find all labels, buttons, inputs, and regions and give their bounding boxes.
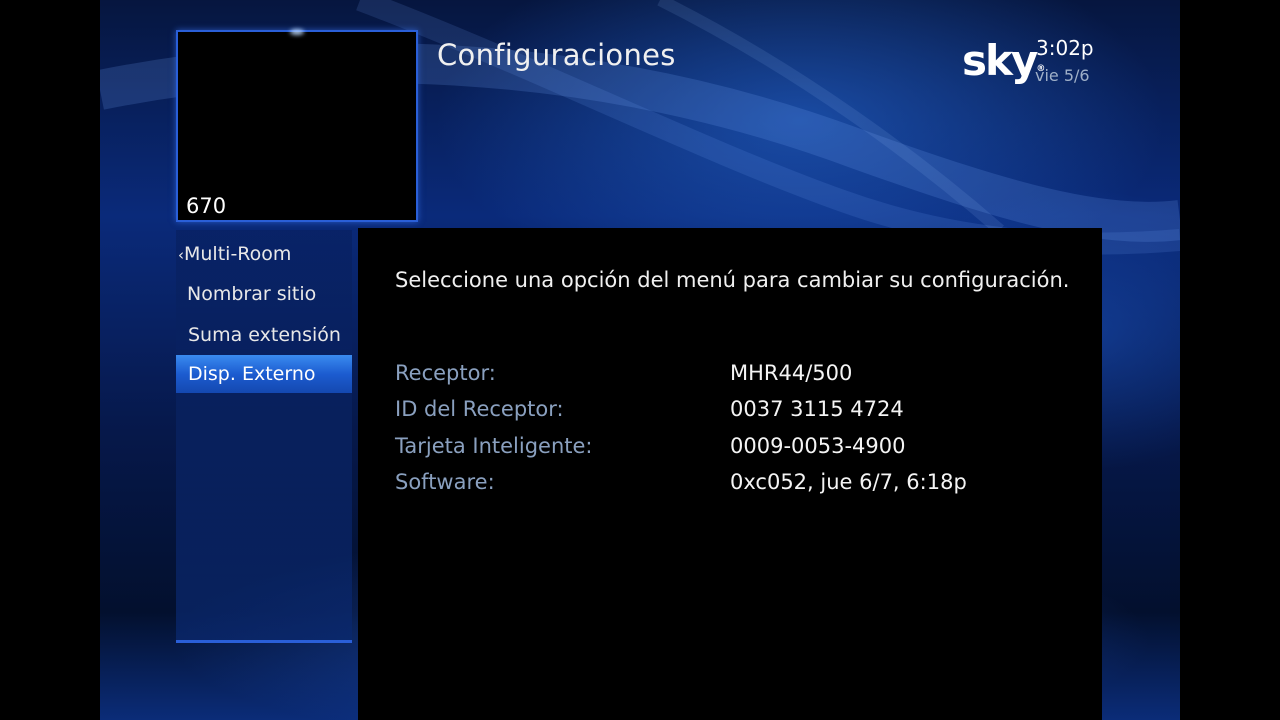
sidebar-item-nombrar-sitio[interactable]: Nombrar sitio	[176, 275, 352, 313]
clock-time: 3:02p	[1036, 36, 1094, 60]
sidebar-menu: ‹Multi-Room Nombrar sitio Suma extensión…	[176, 230, 352, 643]
clock-date: vie 5/6	[1035, 66, 1090, 85]
instruction-text: Seleccione una opción del menú para camb…	[395, 268, 1070, 292]
preview-glow	[290, 29, 304, 35]
sidebar-item-label: Suma extensión	[188, 324, 341, 346]
sidebar-item-suma-extension[interactable]: Suma extensión	[176, 316, 352, 354]
sidebar-item-label: Nombrar sitio	[187, 283, 317, 305]
info-value-receptor-id: 0037 3115 4724	[730, 397, 904, 421]
info-value-software: 0xc052, jue 6/7, 6:18p	[730, 470, 967, 494]
info-label-smart-card: Tarjeta Inteligente:	[395, 434, 593, 458]
sidebar-item-disp-externo[interactable]: Disp. Externo	[176, 355, 352, 393]
page-title: Configuraciones	[437, 38, 676, 72]
info-label-receptor: Receptor:	[395, 361, 496, 385]
sidebar-item-label: Multi-Room	[184, 243, 292, 265]
sky-logo: sky®	[962, 36, 1045, 85]
channel-number: 670	[186, 194, 227, 218]
tv-preview: 670	[176, 29, 418, 222]
sidebar-item-multi-room[interactable]: ‹Multi-Room	[176, 235, 352, 273]
info-value-smart-card: 0009-0053-4900	[730, 434, 906, 458]
sidebar-item-label: Disp. Externo	[188, 363, 316, 385]
info-label-receptor-id: ID del Receptor:	[395, 397, 564, 421]
info-label-software: Software:	[395, 470, 495, 494]
info-value-receptor: MHR44/500	[730, 361, 853, 385]
brand-name: sky	[962, 36, 1038, 85]
